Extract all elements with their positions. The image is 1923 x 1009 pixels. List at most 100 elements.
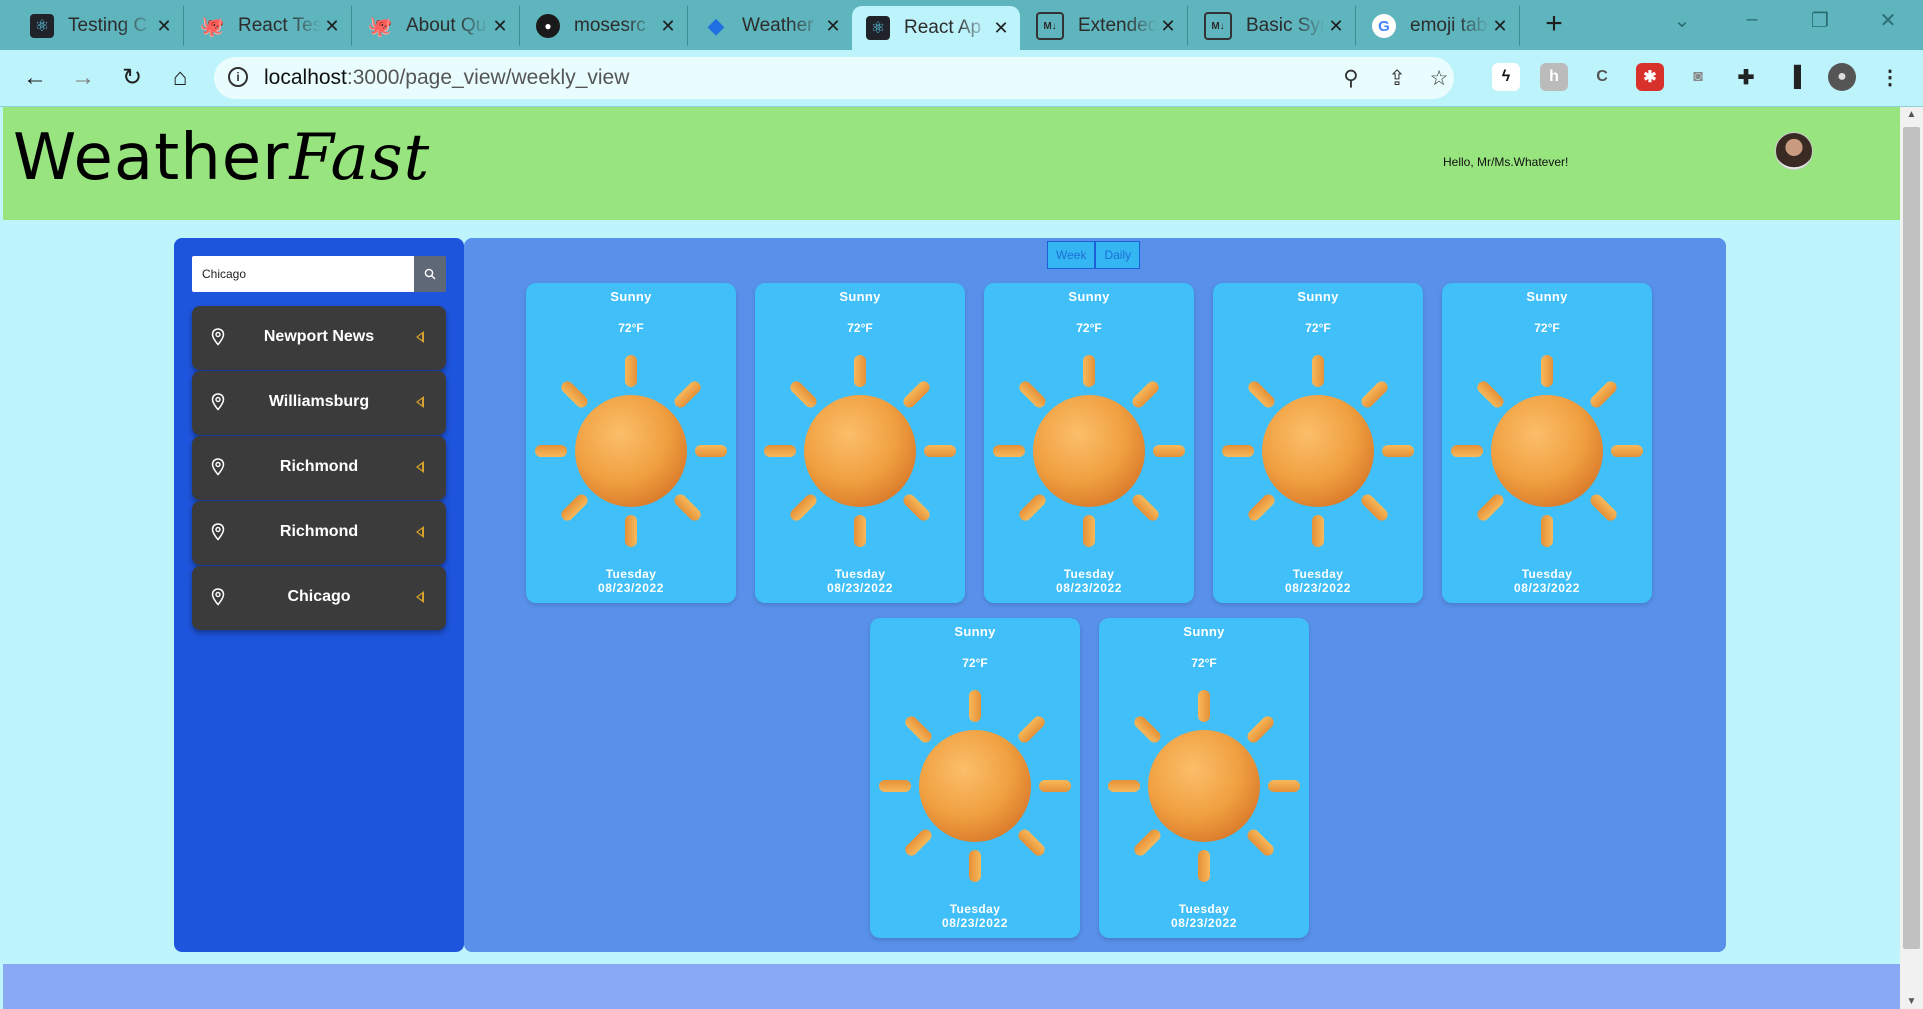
- weather-condition: Sunny: [954, 624, 996, 639]
- daily-toggle-button[interactable]: Daily: [1095, 241, 1141, 269]
- browser-tab[interactable]: M↓ Extended ✕: [1022, 6, 1188, 46]
- location-name: Chicago: [287, 588, 351, 605]
- close-tab-icon[interactable]: ✕: [489, 16, 511, 37]
- expand-caret-icon[interactable]: [416, 591, 424, 603]
- forecast-card[interactable]: Sunny 72°F Tuesday 08/23/2022: [755, 283, 965, 603]
- sun-icon: [993, 355, 1185, 547]
- forecast-date: 08/23/2022: [1170, 916, 1238, 930]
- forecast-card[interactable]: Sunny 72°F Tuesday 08/23/2022: [1442, 283, 1652, 603]
- new-tab-button[interactable]: +: [1537, 8, 1571, 42]
- minimize-icon[interactable]: –: [1732, 8, 1772, 38]
- close-tab-icon[interactable]: ✕: [1489, 16, 1511, 37]
- url-path: :3000/page_view/weekly_view: [346, 66, 630, 89]
- location-name: Richmond: [279, 523, 359, 540]
- close-tab-icon[interactable]: ✕: [321, 16, 343, 37]
- share-icon[interactable]: ⇪: [1384, 66, 1410, 92]
- browser-tab-active[interactable]: ⚛ React Ap ✕: [852, 6, 1020, 50]
- sun-icon: [879, 690, 1071, 882]
- page-scrollbar[interactable]: ▲ ▼: [1900, 107, 1923, 1009]
- forecast-card[interactable]: Sunny 72°F Tuesday 08/23/2022: [870, 618, 1080, 938]
- expand-caret-icon[interactable]: [416, 461, 424, 473]
- back-icon[interactable]: ←: [19, 62, 51, 94]
- location-item[interactable]: Richmond: [192, 501, 446, 565]
- forecast-date: 08/23/2022: [826, 581, 894, 595]
- week-toggle-button[interactable]: Week: [1047, 241, 1096, 269]
- search-input[interactable]: [192, 256, 414, 292]
- github-icon: ●: [536, 14, 560, 38]
- app-footer: [3, 964, 1900, 1009]
- menu-kebab-icon[interactable]: ⋮: [1876, 63, 1904, 91]
- extensions-puzzle-icon[interactable]: ✚: [1732, 63, 1760, 91]
- tab-title: mosesrc: [574, 15, 646, 36]
- scrollbar-thumb[interactable]: [1903, 127, 1920, 949]
- forecast-date: 08/23/2022: [1055, 581, 1123, 595]
- camera-icon[interactable]: ◙: [1684, 63, 1712, 91]
- bookmark-star-icon[interactable]: ☆: [1426, 66, 1452, 92]
- expand-caret-icon[interactable]: [416, 331, 424, 343]
- browser-tab[interactable]: 🐙 React Tes ✕: [186, 6, 352, 46]
- app-header: WeatherFast Hello, Mr/Ms.Whatever!: [3, 107, 1900, 220]
- browser-tab[interactable]: ⚛ Testing C ✕: [16, 6, 184, 46]
- close-tab-icon[interactable]: ✕: [1157, 16, 1179, 37]
- browser-toolbar: ← → ↻ ⌂ i localhost:3000/page_view/weekl…: [0, 50, 1923, 107]
- forecast-card[interactable]: Sunny 72°F Tuesday 08/23/2022: [526, 283, 736, 603]
- scroll-up-icon[interactable]: ▲: [1900, 109, 1923, 120]
- browser-tab[interactable]: ◆ Weather ✕: [690, 6, 852, 46]
- zoom-icon[interactable]: ⚲: [1338, 66, 1364, 92]
- react-icon: ⚛: [866, 16, 890, 40]
- close-tab-icon[interactable]: ✕: [990, 18, 1012, 39]
- url-text[interactable]: localhost:3000/page_view/weekly_view: [264, 66, 629, 90]
- forecast-day: Tuesday: [834, 567, 886, 581]
- profile-avatar-icon[interactable]: ●: [1828, 63, 1856, 91]
- forward-icon[interactable]: →: [67, 62, 99, 94]
- scroll-down-icon[interactable]: ▼: [1900, 996, 1923, 1007]
- tab-title: Testing C: [68, 15, 148, 36]
- close-tab-icon[interactable]: ✕: [657, 16, 679, 37]
- browser-tab[interactable]: ● mosesrc ✕: [522, 6, 688, 46]
- extension-c-icon[interactable]: C: [1588, 63, 1616, 91]
- expand-caret-icon[interactable]: [416, 526, 424, 538]
- forecast-card[interactable]: Sunny 72°F Tuesday 08/23/2022: [1099, 618, 1309, 938]
- weather-condition: Sunny: [610, 289, 652, 304]
- close-tab-icon[interactable]: ✕: [822, 16, 844, 37]
- weather-condition: Sunny: [1068, 289, 1110, 304]
- tab-search-icon[interactable]: ⌄: [1662, 8, 1702, 38]
- weather-condition: Sunny: [1297, 289, 1339, 304]
- temperature: 72°F: [1534, 321, 1560, 335]
- browser-tab[interactable]: G emoji tab ✕: [1358, 6, 1520, 46]
- address-bar[interactable]: i localhost:3000/page_view/weekly_view ⚲…: [214, 57, 1454, 99]
- side-panel-icon[interactable]: ▐: [1780, 63, 1808, 91]
- tab-title: Weather: [742, 15, 814, 36]
- close-tab-icon[interactable]: ✕: [1325, 16, 1347, 37]
- extension-h-icon[interactable]: h: [1540, 63, 1568, 91]
- temperature: 72°F: [1305, 321, 1331, 335]
- search-button[interactable]: [414, 256, 446, 292]
- location-item[interactable]: Williamsburg: [192, 371, 446, 435]
- close-tab-icon[interactable]: ✕: [153, 16, 175, 37]
- search-icon: [424, 268, 436, 280]
- extension-red-icon[interactable]: ✱: [1636, 63, 1664, 91]
- sun-icon: [535, 355, 727, 547]
- markdown-icon: M↓: [1036, 12, 1064, 40]
- location-item[interactable]: Richmond: [192, 436, 446, 500]
- location-item[interactable]: Newport News: [192, 306, 446, 370]
- forecast-day: Tuesday: [1063, 567, 1115, 581]
- browser-tab[interactable]: 🐙 About Qu ✕: [354, 6, 520, 46]
- browser-tab[interactable]: M↓ Basic Syn ✕: [1190, 6, 1356, 46]
- location-item[interactable]: Chicago: [192, 566, 446, 630]
- forecast-day: Tuesday: [1178, 902, 1230, 916]
- temperature: 72°F: [1191, 656, 1217, 670]
- octopus-icon: 🐙: [367, 15, 393, 38]
- reload-icon[interactable]: ↻: [116, 62, 148, 94]
- sun-icon: [1222, 355, 1414, 547]
- site-info-icon[interactable]: i: [228, 67, 248, 87]
- forecast-card[interactable]: Sunny 72°F Tuesday 08/23/2022: [1213, 283, 1423, 603]
- home-icon[interactable]: ⌂: [164, 62, 196, 94]
- extension-bolt-icon[interactable]: ϟ: [1492, 63, 1520, 91]
- restore-icon[interactable]: ❐: [1800, 8, 1840, 38]
- close-window-icon[interactable]: ✕: [1868, 8, 1908, 38]
- user-avatar[interactable]: [1775, 132, 1813, 170]
- forecast-card[interactable]: Sunny 72°F Tuesday 08/23/2022: [984, 283, 1194, 603]
- expand-caret-icon[interactable]: [416, 396, 424, 408]
- tab-title: About Qu: [406, 15, 487, 36]
